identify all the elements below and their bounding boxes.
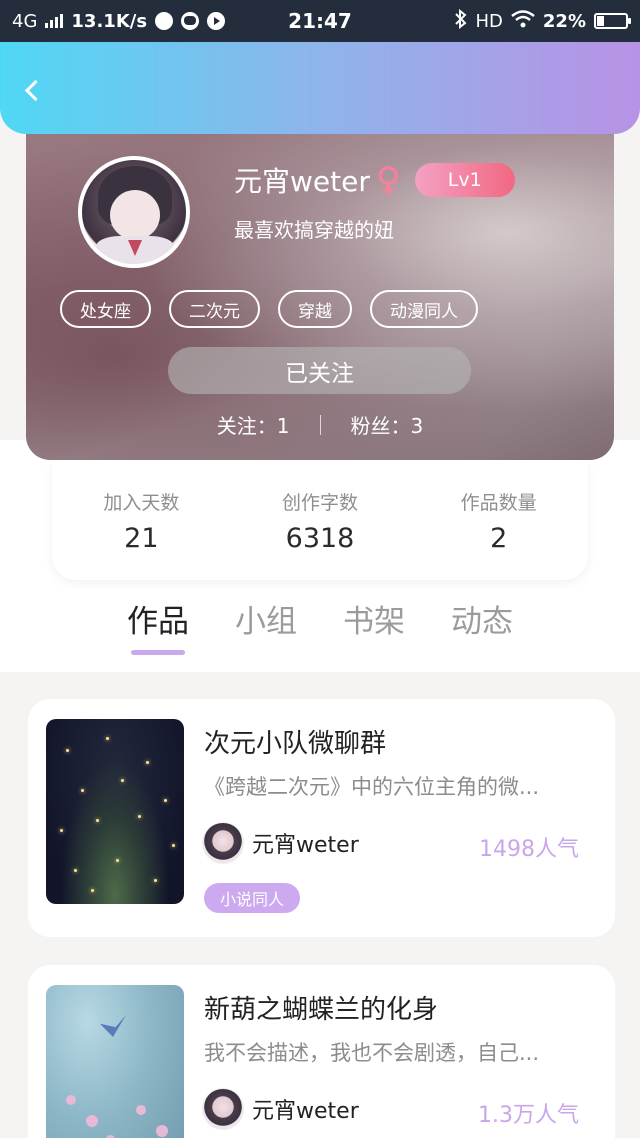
stats-card: 加入天数 21 创作字数 6318 作品数量 2 (52, 460, 588, 580)
play-icon (207, 12, 226, 30)
popularity-count: 1.3万人气 (478, 1103, 579, 1128)
tab-bar: 作品 小组 书架 动态 (0, 596, 640, 656)
following-count[interactable]: 关注：1 (217, 410, 290, 439)
work-cover-image (46, 719, 184, 904)
stat-label: 加入天数 (103, 492, 180, 514)
wifi-icon (511, 9, 535, 33)
author-row: 元宵weter (202, 822, 359, 864)
follow-button[interactable]: 已关注 (168, 347, 471, 394)
author-name[interactable]: 元宵weter (252, 827, 359, 859)
chevron-left-icon[interactable] (20, 78, 46, 104)
work-description: 我不会描述，我也不会剧透，自己... (204, 1041, 540, 1065)
stat-value: 6318 (285, 523, 355, 554)
work-description: 《跨越二次元》中的六位主角的微... (204, 775, 540, 799)
signal-icon (45, 14, 64, 28)
username-row: 元宵weter ♀ Lv1 (234, 160, 515, 200)
stat-join-days: 加入天数 21 (52, 460, 231, 580)
avatar[interactable] (78, 156, 190, 268)
tab-works[interactable]: 作品 (127, 596, 189, 656)
followers-count[interactable]: 粉丝：3 (351, 410, 424, 439)
author-name[interactable]: 元宵weter (252, 1093, 359, 1125)
author-row: 元宵weter (202, 1088, 359, 1130)
stat-works-count: 作品数量 2 (409, 460, 588, 580)
work-card[interactable]: 新葫之蝴蝶兰的化身 我不会描述，我也不会剧透，自己... 元宵weter 1.3… (28, 965, 615, 1138)
username: 元宵weter (234, 165, 370, 198)
stat-word-count: 创作字数 6318 (231, 460, 410, 580)
popularity-count: 1498人气 (479, 837, 579, 862)
network-speed: 13.1K/s (71, 10, 148, 32)
author-avatar[interactable] (202, 1088, 244, 1130)
female-icon: ♀ (375, 160, 401, 200)
tag-item[interactable]: 处女座 (60, 290, 151, 328)
bluetooth-icon (454, 8, 468, 34)
battery-percent: 22% (542, 10, 586, 32)
tab-groups[interactable]: 小组 (235, 596, 297, 656)
stat-label: 作品数量 (460, 492, 537, 514)
stat-value: 2 (490, 523, 508, 554)
work-cover-image (46, 985, 184, 1138)
tag-item[interactable]: 穿越 (278, 290, 352, 328)
stat-value: 21 (124, 523, 159, 554)
level-badge: Lv1 (414, 163, 515, 197)
battery-icon (594, 13, 631, 29)
divider (319, 414, 321, 435)
tag-item[interactable]: 动漫同人 (370, 290, 478, 328)
tab-bookshelf[interactable]: 书架 (343, 596, 405, 656)
tag-list: 处女座 二次元 穿越 动漫同人 (60, 290, 478, 328)
work-title[interactable]: 新葫之蝴蝶兰的化身 (204, 989, 438, 1026)
tag-item[interactable]: 二次元 (169, 290, 260, 328)
author-avatar[interactable] (202, 822, 244, 864)
status-bar: 4G 13.1K/s 21:47 HD 22% (0, 0, 640, 42)
category-tag[interactable]: 小说同人 (204, 883, 301, 913)
follow-counts: 关注：1 粉丝：3 (26, 410, 614, 439)
header-bar (0, 42, 640, 134)
tab-activity[interactable]: 动态 (451, 596, 513, 656)
work-card[interactable]: 次元小队微聊群 《跨越二次元》中的六位主角的微... 元宵weter 1498人… (28, 699, 615, 937)
profile-card: 元宵weter ♀ Lv1 最喜欢搞穿越的妞 处女座 二次元 穿越 动漫同人 已… (26, 110, 614, 460)
work-title[interactable]: 次元小队微聊群 (204, 723, 386, 760)
message-icon (181, 12, 200, 30)
hd-indicator: HD (475, 10, 503, 32)
network-type: 4G (12, 10, 38, 32)
user-bio: 最喜欢搞穿越的妞 (234, 218, 394, 242)
browser-icon (155, 12, 174, 30)
stat-label: 创作字数 (282, 492, 359, 514)
